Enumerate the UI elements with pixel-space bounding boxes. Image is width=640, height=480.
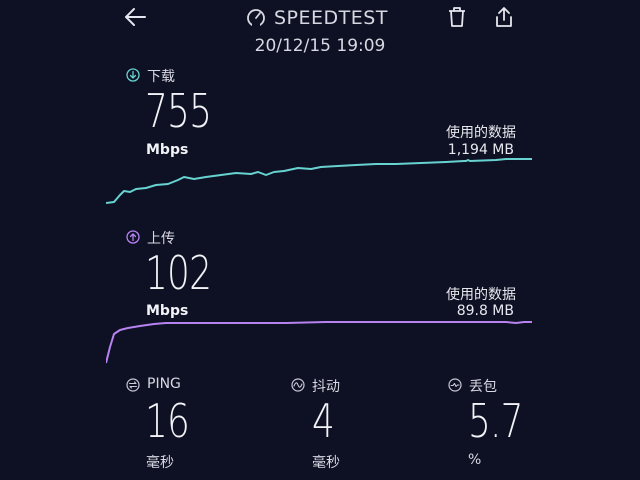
app-title: SPEEDTEST	[274, 7, 388, 29]
speedometer-icon	[247, 9, 265, 27]
jitter-icon	[291, 378, 305, 392]
download-graph-line	[106, 158, 532, 204]
upload-speed-value: 102	[145, 246, 212, 300]
ping-icon	[126, 378, 140, 392]
jitter-unit: 毫秒	[312, 455, 340, 471]
upload-label: 上传	[147, 231, 175, 247]
packet-loss-label: 丢包	[469, 379, 497, 395]
share-button[interactable]	[491, 4, 517, 30]
app-title-group: SPEEDTEST	[246, 6, 388, 30]
delete-button[interactable]	[444, 4, 470, 30]
upload-speed-graph	[106, 321, 532, 364]
back-arrow-icon	[125, 8, 146, 26]
top-bar: SPEEDTEST	[0, 0, 640, 36]
jitter-value: 4	[312, 394, 335, 448]
packet-loss-unit: %	[468, 452, 482, 468]
upload-arrow-icon	[126, 230, 140, 244]
upload-graph-line	[106, 321, 532, 364]
share-icon	[496, 7, 512, 27]
stat-packet-loss: 丢包 5.7 %	[448, 376, 568, 476]
packet-loss-value: 5.7	[468, 394, 524, 448]
download-section: 下载 755 Mbps 使用的数据 1,194 MB	[0, 60, 640, 210]
trash-icon	[449, 7, 465, 27]
ping-label: PING	[147, 376, 181, 392]
ping-unit: 毫秒	[146, 455, 174, 471]
packet-loss-icon	[448, 378, 462, 392]
download-speed-graph	[106, 158, 532, 204]
upload-usage-label: 使用的数据	[446, 287, 516, 303]
download-usage-label: 使用的数据	[446, 125, 516, 141]
download-speed-value: 755	[145, 84, 212, 138]
upload-section: 上传 102 Mbps 使用的数据 89.8 MB	[0, 222, 640, 372]
jitter-label: 抖动	[312, 379, 340, 395]
download-arrow-icon	[126, 68, 140, 82]
download-label: 下载	[147, 69, 175, 85]
stat-ping: PING 16 毫秒	[126, 376, 246, 476]
test-datetime: 20/12/15 19:09	[254, 36, 386, 56]
back-button[interactable]	[120, 4, 150, 30]
stat-jitter: 抖动 4 毫秒	[291, 376, 411, 476]
ping-value: 16	[145, 394, 190, 448]
